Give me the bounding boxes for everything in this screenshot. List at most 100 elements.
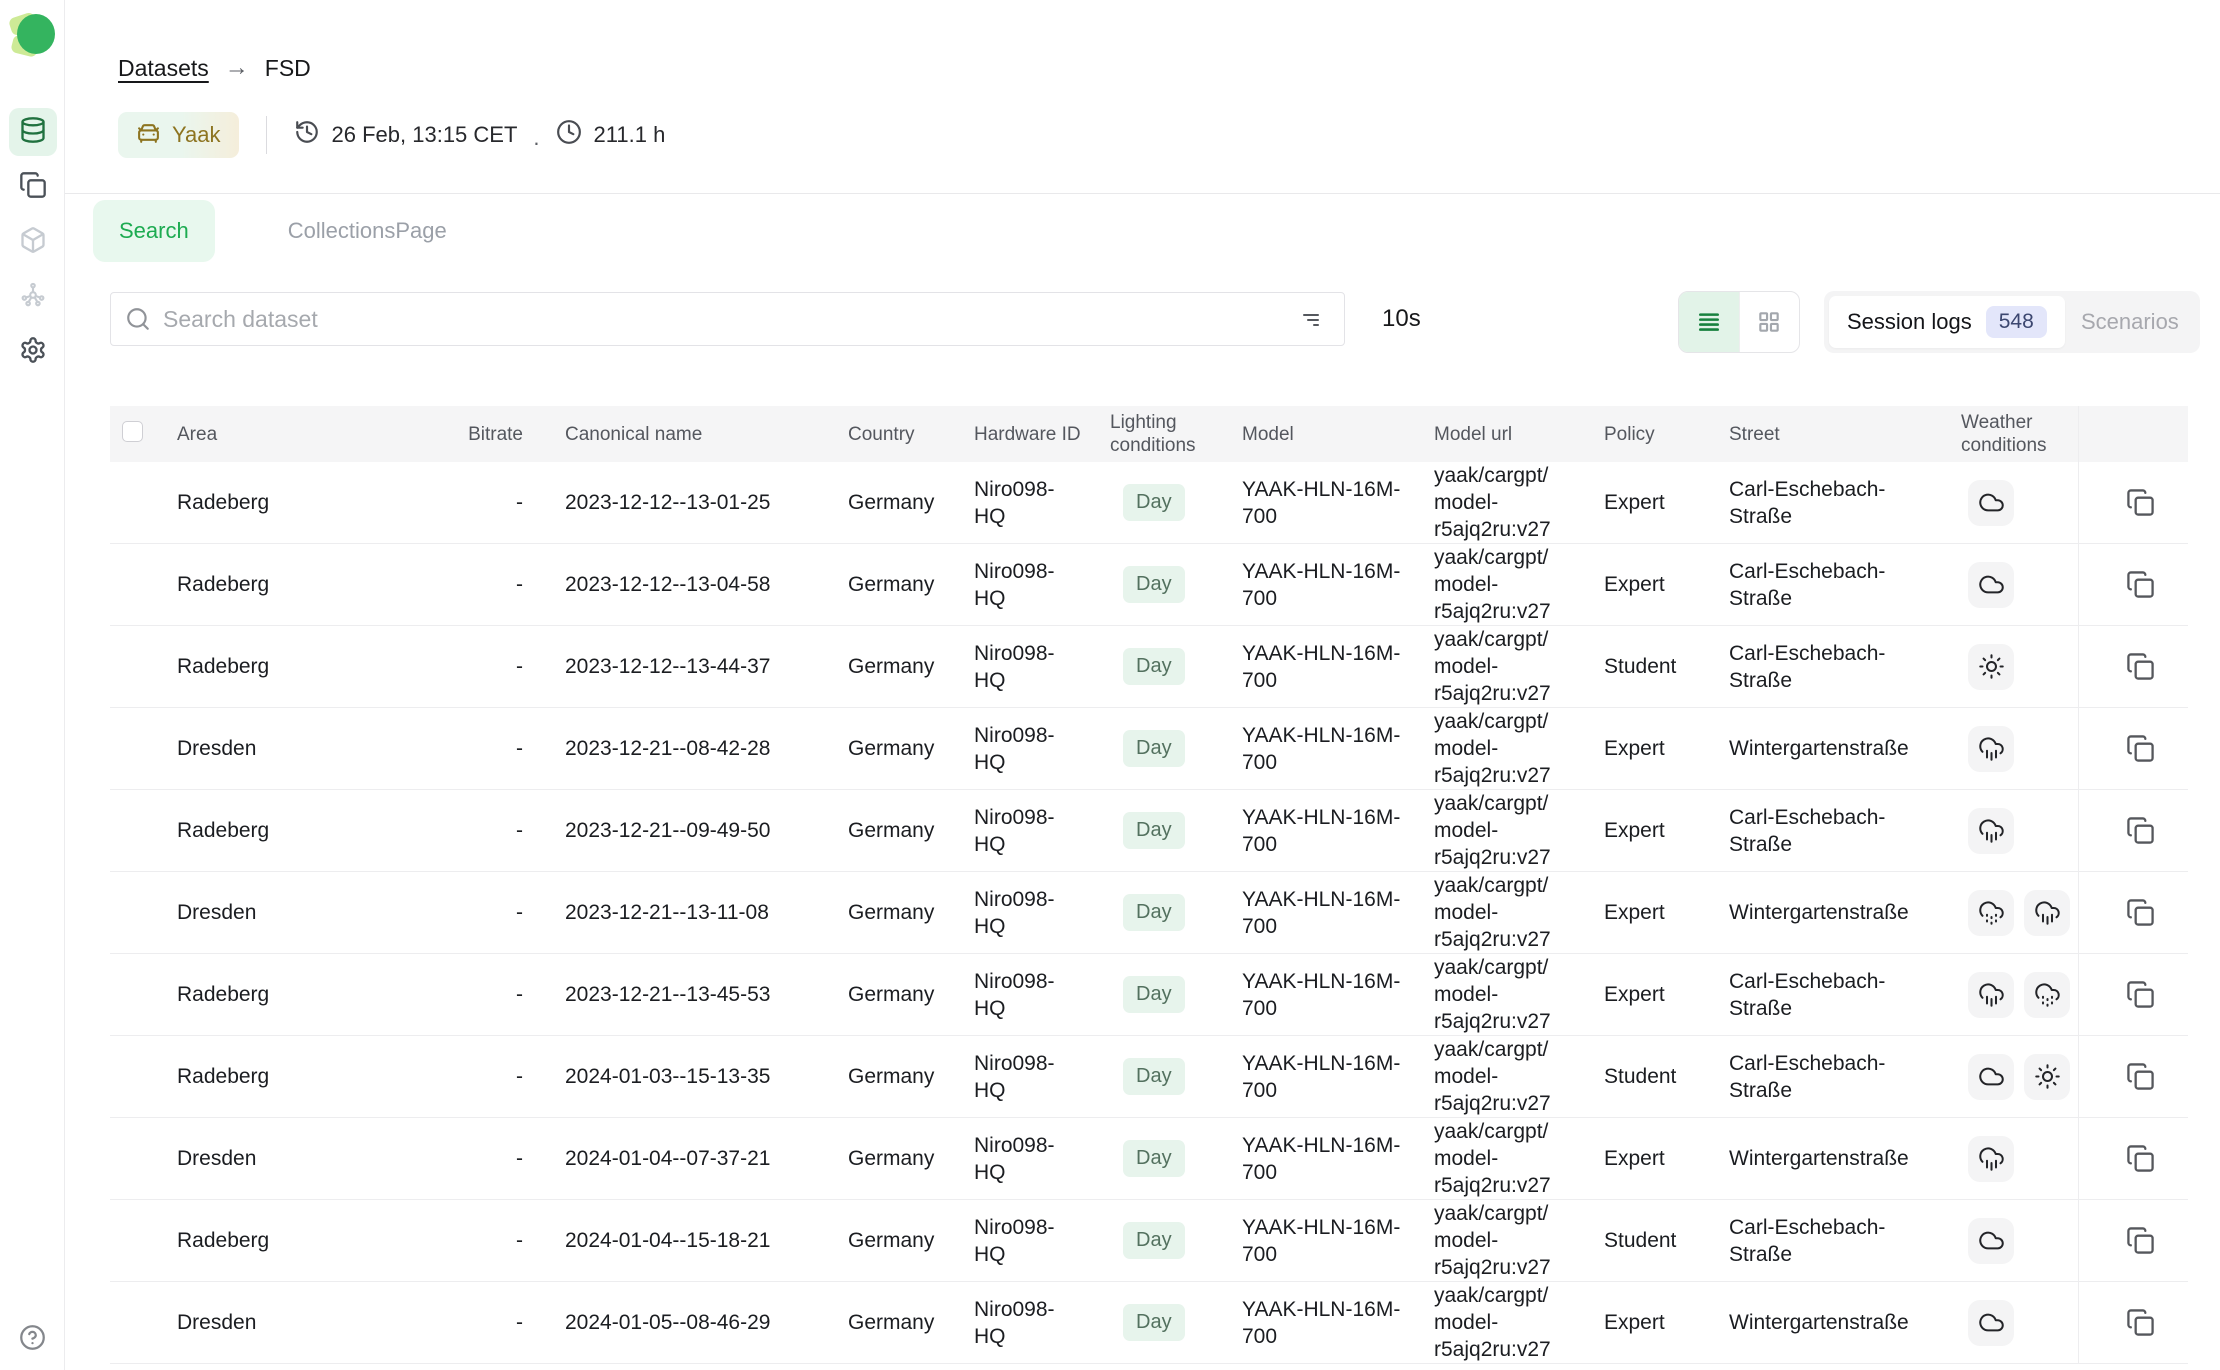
copy-button[interactable] xyxy=(2125,651,2157,683)
column-header-street[interactable]: Street xyxy=(1717,406,1949,462)
table-row[interactable]: Dresden - 2024-01-04--07-37-21 Germany N… xyxy=(110,1118,2188,1200)
recorded-at-text: 26 Feb, 13:15 CET xyxy=(332,122,518,148)
column-header-weather-conditions[interactable]: Weather conditions xyxy=(1949,406,2078,462)
table-row[interactable]: Radeberg - 2023-12-12--13-01-25 Germany … xyxy=(110,462,2188,544)
canonical-name-cell: 2024-01-05--08-46-29 xyxy=(553,1282,836,1364)
area-cell: Radeberg xyxy=(165,462,435,544)
column-header-policy[interactable]: Policy xyxy=(1592,406,1717,462)
dataset-vehicle-badge[interactable]: Yaak xyxy=(118,112,239,158)
lighting-cell: Day xyxy=(1098,708,1230,790)
row-select-cell xyxy=(110,954,165,1036)
select-all-checkbox[interactable] xyxy=(122,421,143,442)
copy-button[interactable] xyxy=(2125,487,2157,519)
copy-button[interactable] xyxy=(2125,979,2157,1011)
table-row[interactable]: Dresden - 2024-01-05--08-46-29 Germany N… xyxy=(110,1282,2188,1364)
filter-button[interactable] xyxy=(1294,302,1328,336)
model-url-cell: yaak/cargpt/ model- r5ajq2ru:v27 xyxy=(1422,708,1592,790)
sidebar-item-collections[interactable] xyxy=(9,163,57,211)
table-row[interactable]: Dresden - 2023-12-21--08-42-28 Germany N… xyxy=(110,708,2188,790)
drizzle-icon xyxy=(1968,890,2014,936)
model-url-cell: yaak/cargpt/ model- r5ajq2ru:v27 xyxy=(1422,872,1592,954)
lighting-badge: Day xyxy=(1123,1304,1185,1341)
column-header-hardware-id[interactable]: Hardware ID xyxy=(962,406,1098,462)
car-icon xyxy=(136,120,161,151)
dataset-badge-label: Yaak xyxy=(172,122,221,148)
copy-button[interactable] xyxy=(2125,1061,2157,1093)
model-cell: YAAK-HLN-16M-700 xyxy=(1230,1200,1422,1282)
column-header-model-url[interactable]: Model url xyxy=(1422,406,1592,462)
sidebar-item-settings[interactable] xyxy=(9,328,57,376)
scenarios-tab[interactable]: Scenarios xyxy=(2065,296,2195,348)
row-select-cell xyxy=(110,544,165,626)
column-header-canonical-name[interactable]: Canonical name xyxy=(553,406,836,462)
copy-icon xyxy=(2126,734,2155,763)
copy-button[interactable] xyxy=(2125,1225,2157,1257)
model-cell: YAAK-HLN-16M-700 xyxy=(1230,544,1422,626)
history-clock-icon xyxy=(294,119,320,151)
street-cell: Carl-Eschebach-Straße xyxy=(1717,626,1949,708)
column-header-bitrate[interactable]: Bitrate xyxy=(435,406,553,462)
model-cell: YAAK-HLN-16M-700 xyxy=(1230,790,1422,872)
help-button[interactable] xyxy=(0,1324,65,1356)
weather-cell xyxy=(1949,1118,2078,1200)
model-url-cell: yaak/cargpt/ model- r5ajq2ru:v27 xyxy=(1422,1036,1592,1118)
actions-cell xyxy=(2078,626,2188,708)
model-url-cell: yaak/cargpt/ model- r5ajq2ru:v27 xyxy=(1422,1200,1592,1282)
column-header-model[interactable]: Model xyxy=(1230,406,1422,462)
search-input[interactable] xyxy=(163,294,1294,344)
copy-button[interactable] xyxy=(2125,1307,2157,1339)
column-header-lighting-conditions[interactable]: Lighting conditions xyxy=(1098,406,1230,462)
tab-search[interactable]: Search xyxy=(93,200,215,262)
table-row[interactable]: Radeberg - 2024-01-04--15-18-21 Germany … xyxy=(110,1200,2188,1282)
table-row[interactable]: Radeberg - 2023-12-12--13-04-58 Germany … xyxy=(110,544,2188,626)
table-row[interactable]: Radeberg - 2023-12-21--09-49-50 Germany … xyxy=(110,790,2188,872)
tab-collections-page[interactable]: CollectionsPage xyxy=(262,200,473,262)
weather-cell xyxy=(1949,790,2078,872)
list-view-button[interactable] xyxy=(1679,292,1739,352)
row-select-cell xyxy=(110,1118,165,1200)
table-row[interactable]: Radeberg - 2024-01-03--15-13-35 Germany … xyxy=(110,1036,2188,1118)
app-logo[interactable] xyxy=(10,11,56,57)
sidebar-item-graph[interactable] xyxy=(9,273,57,321)
bitrate-cell: - xyxy=(435,626,553,708)
lighting-cell: Day xyxy=(1098,1118,1230,1200)
column-header-country[interactable]: Country xyxy=(836,406,962,462)
bitrate-cell: - xyxy=(435,462,553,544)
area-cell: Radeberg xyxy=(165,1036,435,1118)
copy-icon xyxy=(2126,1062,2155,1091)
hardware-id-cell: Niro098-HQ xyxy=(962,1036,1098,1118)
sidebar-item-datasets[interactable] xyxy=(9,108,57,156)
bitrate-cell: - xyxy=(435,1118,553,1200)
table-row[interactable]: Dresden - 2023-12-21--13-11-08 Germany N… xyxy=(110,872,2188,954)
row-select-cell xyxy=(110,790,165,872)
view-mode-toggle xyxy=(1678,291,1800,353)
table-row[interactable]: Radeberg - 2023-12-21--13-45-53 Germany … xyxy=(110,954,2188,1036)
search-box xyxy=(110,292,1345,346)
lighting-cell: Day xyxy=(1098,1036,1230,1118)
copy-button[interactable] xyxy=(2125,815,2157,847)
copy-button[interactable] xyxy=(2125,569,2157,601)
sidebar xyxy=(0,0,65,1370)
weather-cell xyxy=(1949,626,2078,708)
rain-icon xyxy=(1968,1136,2014,1182)
hardware-id-cell: Niro098-HQ xyxy=(962,1200,1098,1282)
session-logs-tab[interactable]: Session logs 548 xyxy=(1829,296,2065,348)
grid-view-button[interactable] xyxy=(1739,292,1800,352)
breadcrumb-datasets-link[interactable]: Datasets xyxy=(118,55,209,82)
street-cell: Carl-Eschebach-Straße xyxy=(1717,544,1949,626)
dataset-meta-row: Yaak 26 Feb, 13:15 CET . 211.1 h xyxy=(118,112,665,158)
copy-button[interactable] xyxy=(2125,897,2157,929)
table-row[interactable]: Radeberg - 2023-12-12--13-44-37 Germany … xyxy=(110,626,2188,708)
copy-button[interactable] xyxy=(2125,733,2157,765)
column-header-area[interactable]: Area xyxy=(165,406,435,462)
copy-button[interactable] xyxy=(2125,1143,2157,1175)
page-tabs: Search CollectionsPage xyxy=(93,200,473,262)
model-cell: YAAK-HLN-16M-700 xyxy=(1230,626,1422,708)
hardware-id-cell: Niro098-HQ xyxy=(962,462,1098,544)
rain-icon xyxy=(1968,808,2014,854)
model-cell: YAAK-HLN-16M-700 xyxy=(1230,462,1422,544)
lighting-badge: Day xyxy=(1123,566,1185,603)
model-url-cell: yaak/cargpt/ model- r5ajq2ru:v27 xyxy=(1422,1118,1592,1200)
sidebar-item-models[interactable] xyxy=(9,218,57,266)
area-cell: Dresden xyxy=(165,872,435,954)
